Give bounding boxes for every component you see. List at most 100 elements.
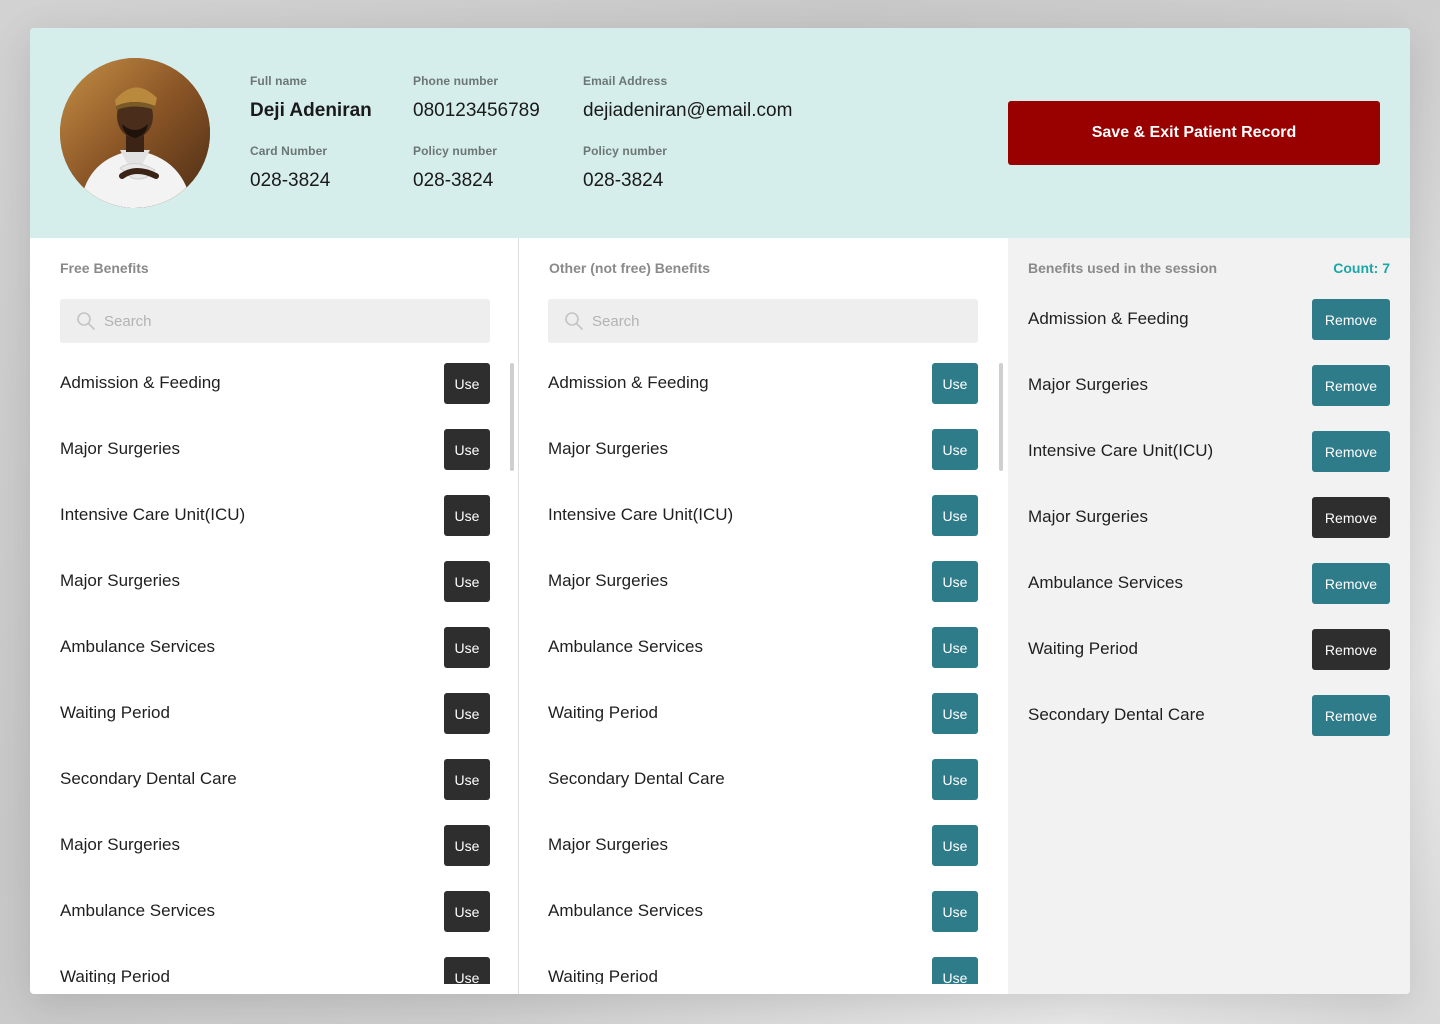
remove-button[interactable]: Remove — [1312, 431, 1390, 472]
use-button[interactable]: Use — [444, 693, 490, 734]
use-button[interactable]: Use — [444, 891, 490, 932]
remove-button[interactable]: Remove — [1312, 497, 1390, 538]
list-item: Secondary Dental Care Remove — [1028, 695, 1390, 761]
remove-button[interactable]: Remove — [1312, 563, 1390, 604]
policy-number-field: Policy number 028-3824 — [413, 144, 497, 192]
list-item: Major Surgeries Use — [60, 825, 490, 891]
remove-button[interactable]: Remove — [1312, 629, 1390, 670]
other-search-box[interactable] — [548, 299, 978, 343]
benefit-name: Major Surgeries — [60, 571, 180, 590]
free-benefits-column: Free Benefits Admission & FeedingUseMajo… — [30, 238, 519, 994]
list-item: Major Surgeries Use — [60, 429, 490, 495]
card-number-field: Card Number 028-3824 — [250, 144, 330, 192]
use-button[interactable]: Use — [932, 957, 978, 984]
policy-number-label-2: Policy number — [583, 144, 667, 158]
benefit-name: Intensive Care Unit(ICU) — [60, 505, 246, 524]
email-label: Email Address — [583, 74, 668, 88]
use-button[interactable]: Use — [932, 495, 978, 536]
list-item: Admission & Feeding Use — [60, 363, 490, 429]
use-button[interactable]: Use — [932, 693, 978, 734]
use-button[interactable]: Use — [932, 759, 978, 800]
used-benefits-list: Admission & Feeding Remove Major Surgeries… — [1028, 299, 1390, 920]
use-button[interactable]: Use — [444, 627, 490, 668]
list-item: Ambulance Services Remove — [1028, 563, 1390, 629]
benefit-name: Major Surgeries — [60, 835, 180, 854]
card-number-label: Card Number — [250, 144, 328, 158]
use-button[interactable]: Use — [932, 627, 978, 668]
benefit-name: Ambulance Services — [548, 901, 703, 920]
benefit-name: Waiting Period — [548, 967, 658, 984]
list-item: Waiting Period Remove — [1028, 629, 1390, 695]
used-benefit-name: Ambulance Services — [1028, 573, 1183, 592]
used-benefits-column: Benefits used in the session Count: 7 Ad… — [1008, 238, 1410, 994]
use-button[interactable]: Use — [932, 891, 978, 932]
list-item: Waiting Period Use — [60, 693, 490, 759]
list-item: Ambulance Services Use — [60, 891, 490, 957]
used-benefit-name: Secondary Dental Care — [1028, 705, 1205, 724]
benefit-name: Major Surgeries — [60, 439, 180, 458]
other-search-input[interactable] — [592, 312, 972, 330]
list-item: Admission & Feeding Use — [548, 363, 978, 429]
other-benefits-title: Other (not free) Benefits — [549, 260, 711, 276]
list-item: Secondary Dental Care Use — [548, 759, 978, 825]
remove-button[interactable]: Remove — [1312, 695, 1390, 736]
benefit-name: Admission & Feeding — [548, 373, 709, 392]
use-button[interactable]: Use — [444, 825, 490, 866]
use-button[interactable]: Use — [932, 363, 978, 404]
used-benefit-name: Waiting Period — [1028, 639, 1138, 658]
use-button[interactable]: Use — [444, 561, 490, 602]
use-button[interactable]: Use — [444, 957, 490, 984]
policy-number-label: Policy number — [413, 144, 497, 158]
search-icon — [565, 312, 583, 330]
use-button[interactable]: Use — [444, 759, 490, 800]
phone-value: 080123456789 — [413, 100, 540, 121]
list-item: Waiting Period Use — [548, 957, 978, 984]
use-button[interactable]: Use — [444, 495, 490, 536]
list-item: Intensive Care Unit(ICU) Use — [60, 495, 490, 561]
benefit-name: Intensive Care Unit(ICU) — [548, 505, 734, 524]
list-item: Waiting Period Use — [548, 693, 978, 759]
full-name-label: Full name — [250, 74, 307, 88]
list-item: Ambulance Services Use — [60, 627, 490, 693]
benefit-name: Waiting Period — [60, 967, 170, 984]
patient-header: Full name Deji Adeniran Phone number 080… — [30, 28, 1410, 238]
avatar-image — [60, 58, 210, 208]
used-benefit-name: Admission & Feeding — [1028, 309, 1189, 328]
benefit-name: Ambulance Services — [60, 637, 215, 656]
phone-label: Phone number — [413, 74, 499, 88]
full-name-value: Deji Adeniran — [250, 100, 372, 121]
avatar — [60, 58, 210, 208]
benefit-name: Major Surgeries — [548, 835, 668, 854]
benefit-name: Admission & Feeding — [60, 373, 221, 392]
phone-field: Phone number 080123456789 — [413, 74, 540, 122]
free-search-box[interactable] — [60, 299, 490, 343]
benefit-name: Major Surgeries — [548, 439, 668, 458]
free-list-scrollbar[interactable] — [510, 363, 514, 471]
list-item: Intensive Care Unit(ICU) Use — [548, 495, 978, 561]
list-item: Major Surgeries Remove — [1028, 365, 1390, 431]
benefit-name: Ambulance Services — [60, 901, 215, 920]
remove-button[interactable]: Remove — [1312, 299, 1390, 340]
list-item: Admission & Feeding Remove — [1028, 299, 1390, 365]
used-benefits-title: Benefits used in the session — [1028, 260, 1218, 276]
list-item: Ambulance Services Use — [548, 891, 978, 957]
patient-record-card: Full name Deji Adeniran Phone number 080… — [30, 28, 1410, 994]
list-item: Secondary Dental Care Use — [60, 759, 490, 825]
use-button[interactable]: Use — [932, 429, 978, 470]
use-button[interactable]: Use — [444, 429, 490, 470]
benefit-name: Waiting Period — [548, 703, 658, 722]
free-search-input[interactable] — [104, 312, 484, 330]
benefit-name: Waiting Period — [60, 703, 170, 722]
use-button[interactable]: Use — [932, 561, 978, 602]
use-button[interactable]: Use — [444, 363, 490, 404]
other-list-scrollbar[interactable] — [999, 363, 1003, 471]
list-item: Waiting Period Use — [60, 957, 490, 984]
full-name-field: Full name Deji Adeniran — [250, 74, 372, 122]
benefit-name: Major Surgeries — [548, 571, 668, 590]
use-button[interactable]: Use — [932, 825, 978, 866]
remove-button[interactable]: Remove — [1312, 365, 1390, 406]
email-value: dejiadeniran@email.com — [583, 100, 793, 121]
save-exit-button[interactable]: Save & Exit Patient Record — [1008, 101, 1380, 165]
list-item: Major Surgeries Use — [548, 429, 978, 495]
list-item: Major Surgeries Use — [548, 561, 978, 627]
